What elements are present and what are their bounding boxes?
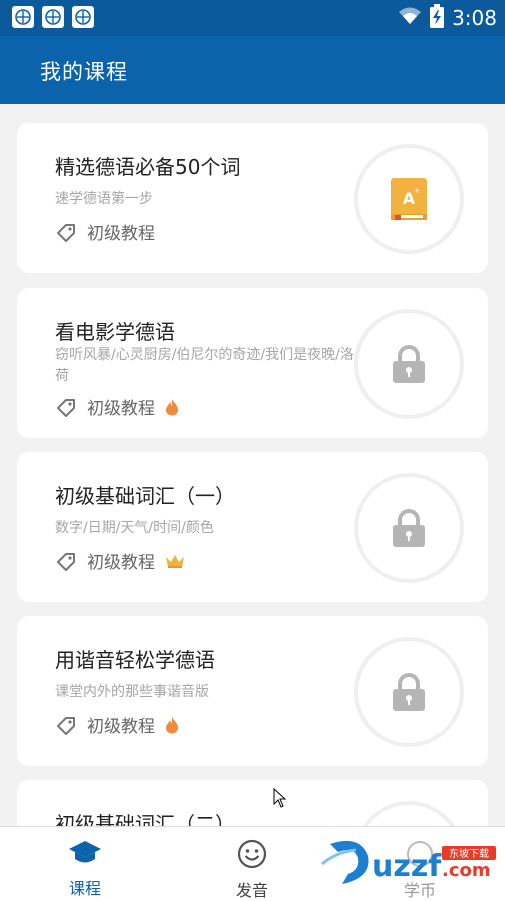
course-status-circle[interactable] [354,801,464,826]
course-card[interactable]: 精选德语必备50个词 速学德语第一步 初级教程 A + [17,123,488,273]
course-level-label: 初级教程 [87,717,155,737]
nav-item-pronunciation[interactable]: 发音 [212,839,292,901]
course-level-label: 初级教程 [87,553,155,573]
crown-icon [166,554,184,568]
course-status-circle[interactable] [354,309,464,419]
lock-icon [393,345,425,383]
course-title: 初级基础词汇（二） [55,812,235,826]
status-indicators: 3:08 [398,4,497,32]
graduation-cap-icon [69,841,101,863]
notification-icons [12,6,94,28]
course-card[interactable]: 初级基础词汇（二） [17,780,488,826]
svg-text:+: + [414,186,421,195]
course-subtitle: 数字/日期/天气/时间/颜色 [55,520,214,536]
course-subtitle: 速学德语第一步 [55,191,153,207]
fire-icon [166,398,178,415]
course-status-circle[interactable] [354,473,464,583]
battery-charging-icon [430,4,445,32]
course-level: 初级教程 [55,219,155,244]
course-title: 看电影学德语 [55,320,175,344]
fire-icon [166,716,178,733]
course-status-circle[interactable] [354,637,464,747]
book-icon: A + [391,178,427,220]
course-card[interactable]: 看电影学德语 窃听风暴/心灵厨房/伯尼尔的奇迹/我们是夜晚/洛荷 初级教程 [17,288,488,438]
nav-label: 发音 [235,881,268,900]
course-status-circle[interactable]: A + [354,144,464,254]
course-title: 初级基础词汇（一） [55,484,235,508]
status-bar: 3:08 [0,0,505,36]
course-level: 初级教程 [55,394,179,419]
course-level: 初级教程 [55,548,185,573]
course-title: 用谐音轻松学德语 [55,648,215,672]
course-list[interactable]: 精选德语必备50个词 速学德语第一步 初级教程 A + 看电影学德语 窃听风暴/… [0,104,505,826]
course-card[interactable]: 初级基础词汇（一） 数字/日期/天气/时间/颜色 初级教程 [17,452,488,602]
tag-icon [57,552,75,571]
status-time: 3:08 [452,6,497,30]
nav-item-courses[interactable]: 课程 [45,839,125,899]
course-subtitle: 窃听风暴/心灵厨房/伯尼尔的奇迹/我们是夜晚/洛荷 [55,347,354,384]
lock-icon [393,509,425,547]
nav-label: 课程 [68,879,101,898]
app-badge-icon [42,6,64,28]
tag-icon [57,223,75,242]
watermark-logo: uzzf .com 东坡下载 [320,834,500,894]
course-card[interactable]: 用谐音轻松学德语 课堂内外的那些事谐音版 初级教程 [17,616,488,766]
app-badge-icon [72,6,94,28]
svg-text:uzzf: uzzf [372,849,442,884]
course-subtitle: 课堂内外的那些事谐音版 [55,684,209,700]
course-level-label: 初级教程 [87,224,155,244]
page-title: 我的课程 [40,60,128,84]
cursor-pointer-icon [273,787,287,812]
tag-icon [57,716,75,735]
course-title: 精选德语必备50个词 [55,155,241,179]
app-bar: 我的课程 [0,36,505,104]
smiley-icon [237,839,267,869]
course-level-label: 初级教程 [87,399,155,419]
course-level: 初级教程 [55,712,179,737]
tag-icon [57,398,75,417]
app-badge-icon [12,6,34,28]
svg-text:.com: .com [442,860,491,881]
svg-text:东坡下载: 东坡下载 [449,847,489,860]
wifi-icon [398,6,422,30]
lock-icon [393,673,425,711]
